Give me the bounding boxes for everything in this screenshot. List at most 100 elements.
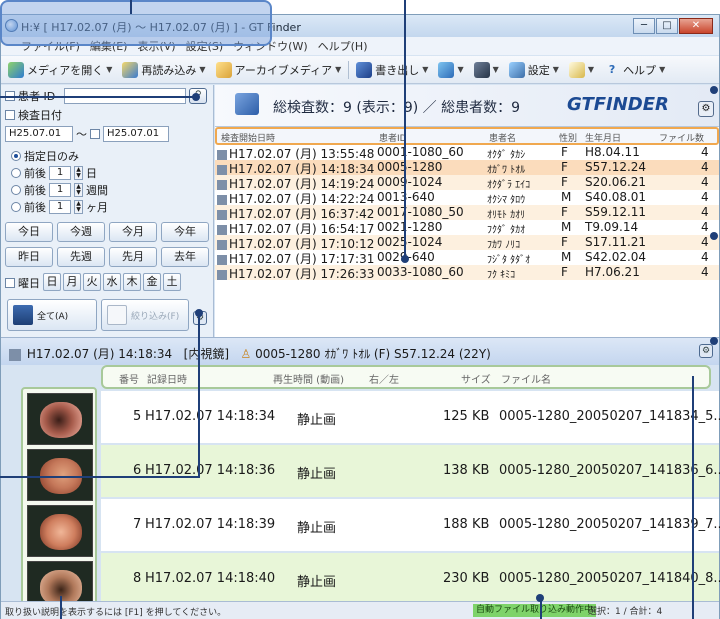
chevron-down-icon[interactable]: ▼	[659, 65, 665, 74]
spinner-arrows[interactable]: ▲ ▼	[74, 183, 83, 197]
open-media-button[interactable]: メディアを開く ▼	[5, 59, 115, 81]
date-to-input[interactable]: H25.07.01	[103, 126, 169, 142]
col-patient-name[interactable]: 患者名	[489, 131, 516, 144]
record-row[interactable]: 7 H17.02.07 14:18:39 静止画 188 KB 0005-128…	[101, 499, 720, 551]
this-year-button[interactable]: 今年	[161, 222, 209, 242]
maximize-button[interactable]: □	[656, 18, 678, 34]
chevron-down-icon[interactable]: ▼	[422, 65, 428, 74]
export-button[interactable]: 書き出し ▼	[353, 59, 431, 81]
table-row[interactable]: H17.02.07 (月) 14:18:34 0005-1280 ｵｶﾞﾜ ﾄｵ…	[215, 160, 719, 176]
last-week-button[interactable]: 先週	[57, 247, 105, 267]
row-datetime: H17.02.07 (月) 17:10:12	[229, 237, 375, 251]
show-all-button[interactable]: 全て(A)	[7, 299, 97, 331]
record-row[interactable]: 5 H17.02.07 14:18:34 静止画 125 KB 0005-128…	[101, 391, 720, 443]
day-sun-button[interactable]: 日	[43, 273, 61, 291]
thumbnail-image[interactable]	[27, 505, 93, 557]
table-settings-gear-icon[interactable]: ⚙	[698, 101, 714, 117]
settings-button[interactable]: 設定 ▼	[506, 59, 562, 81]
thumbnail-image[interactable]	[27, 449, 93, 501]
menu-edit[interactable]: 編集(E)	[90, 38, 128, 54]
table-row[interactable]: H17.02.07 (月) 17:17:31 0029-640 ﾌｼﾞﾀ ﾀﾀﾞ…	[215, 250, 719, 266]
day-sat-button[interactable]: 土	[163, 273, 181, 291]
this-month-button[interactable]: 今月	[109, 222, 157, 242]
col-duration[interactable]: 再生時間 (動画)	[273, 371, 344, 386]
radio-days[interactable]	[11, 168, 21, 178]
chevron-down-icon[interactable]: ▼	[335, 65, 341, 74]
spinner-arrows[interactable]: ▲ ▼	[74, 200, 83, 214]
exam-file-icon	[217, 269, 227, 280]
yesterday-button[interactable]: 昨日	[5, 247, 53, 267]
table-row[interactable]: H17.02.07 (月) 16:37:42 0017-1080_50 ｵﾘﾓﾄ…	[215, 205, 719, 221]
date-to-checkbox[interactable]	[90, 129, 100, 139]
chevron-down-icon[interactable]: ▼	[106, 65, 112, 74]
col-file-count[interactable]: ファイル数	[659, 131, 704, 144]
days-spinner[interactable]: 1	[49, 166, 71, 180]
layout-button[interactable]: ▼	[471, 59, 502, 81]
callout-dot	[710, 232, 718, 240]
menu-view[interactable]: 表示(V)	[137, 38, 175, 54]
chevron-down-icon[interactable]: ▼	[493, 65, 499, 74]
radio-specified-only[interactable]	[11, 151, 21, 161]
col-record-time[interactable]: 記録日時	[147, 371, 187, 386]
chevron-down-icon[interactable]: ▼	[553, 65, 559, 74]
view-mode-button[interactable]: ▼	[435, 59, 466, 81]
col-birthdate[interactable]: 生年月日	[585, 131, 621, 144]
col-exam-datetime[interactable]: 検査開始日時	[221, 131, 275, 144]
reload-button[interactable]: 再読み込み ▼	[119, 59, 208, 81]
col-number[interactable]: 番号	[119, 371, 139, 386]
table-row[interactable]: H17.02.07 (月) 13:55:48 0001-1080_60 ｵｸﾀﾞ…	[215, 145, 719, 161]
menu-settings[interactable]: 設定(S)	[186, 38, 224, 54]
narrow-button[interactable]: 絞り込み(F)	[101, 299, 189, 331]
this-week-button[interactable]: 今週	[57, 222, 105, 242]
day-mon-button[interactable]: 月	[63, 273, 81, 291]
table-row[interactable]: H17.02.07 (月) 17:10:12 0025-1024 ﾌｶﾜ ﾉﾘｺ…	[215, 235, 719, 251]
chevron-down-icon[interactable]: ▼	[457, 65, 463, 74]
note-button[interactable]: ▼	[566, 59, 597, 81]
col-size[interactable]: サイズ	[461, 371, 491, 386]
detail-gear-icon[interactable]: ⚙	[699, 344, 713, 358]
record-type: 静止画	[297, 575, 337, 590]
radio-months-label: 前後	[24, 201, 46, 214]
date-from-input[interactable]: H25.07.01	[5, 126, 73, 142]
record-row[interactable]: 8 H17.02.07 14:18:40 静止画 230 KB 0005-128…	[101, 553, 720, 605]
record-row[interactable]: 6 H17.02.07 14:18:36 静止画 138 KB 0005-128…	[101, 445, 720, 497]
weekday-checkbox[interactable]	[5, 278, 15, 288]
close-button[interactable]: ✕	[679, 18, 713, 34]
col-filename[interactable]: ファイル名	[501, 371, 551, 386]
last-year-button[interactable]: 去年	[161, 247, 209, 267]
menu-window[interactable]: ウィンドウ(W)	[233, 38, 307, 54]
help-button[interactable]: ? ヘルプ ▼	[601, 59, 668, 81]
menu-help[interactable]: ヘルプ(H)	[318, 38, 368, 54]
minimize-button[interactable]: ─	[633, 18, 655, 34]
col-right-left[interactable]: 右／左	[369, 371, 399, 386]
row-patient-name: ﾌｼﾞﾀ ﾀﾀﾞｵ	[487, 255, 531, 266]
day-tue-button[interactable]: 火	[83, 273, 101, 291]
exam-file-icon	[217, 209, 227, 220]
exam-date-checkbox[interactable]	[5, 110, 15, 120]
table-row[interactable]: H17.02.07 (月) 14:22:24 0013-640 ｵｸｼﾏ ﾀﾛｳ…	[215, 190, 719, 206]
spinner-arrows[interactable]: ▲ ▼	[74, 166, 83, 180]
radio-weeks[interactable]	[11, 185, 21, 195]
day-thu-button[interactable]: 木	[123, 273, 141, 291]
last-month-button[interactable]: 先月	[109, 247, 157, 267]
months-spinner[interactable]: 1	[49, 200, 71, 214]
record-type: 静止画	[297, 467, 337, 482]
archive-media-button[interactable]: アーカイブメディア ▼	[213, 59, 345, 81]
menu-file[interactable]: ファイル(F)	[21, 38, 80, 54]
title-bar[interactable]: H:¥ [ H17.02.07 (月) ～ H17.02.07 (月) ] - …	[1, 15, 719, 37]
thumbnail-image[interactable]	[27, 393, 93, 445]
col-patient-id[interactable]: 患者ID	[379, 131, 407, 144]
today-button[interactable]: 今日	[5, 222, 53, 242]
chevron-down-icon[interactable]: ▼	[588, 65, 594, 74]
weeks-spinner[interactable]: 1	[49, 183, 71, 197]
radio-months[interactable]	[11, 202, 21, 212]
row-datetime: H17.02.07 (月) 14:19:24	[229, 177, 375, 191]
day-wed-button[interactable]: 水	[103, 273, 121, 291]
col-sex[interactable]: 性別	[559, 131, 577, 144]
table-row[interactable]: H17.02.07 (月) 17:26:33 0033-1080_60 ﾌｸ ｷ…	[215, 265, 719, 281]
chevron-down-icon[interactable]: ▼	[199, 65, 205, 74]
table-row[interactable]: H17.02.07 (月) 16:54:17 0021-1280 ﾌｸﾀﾞ ﾀｶ…	[215, 220, 719, 236]
table-row[interactable]: H17.02.07 (月) 14:19:24 0009-1024 ｵｸﾀﾞﾗ ｴ…	[215, 175, 719, 191]
day-fri-button[interactable]: 金	[143, 273, 161, 291]
row-datetime: H17.02.07 (月) 13:55:48	[229, 147, 375, 161]
